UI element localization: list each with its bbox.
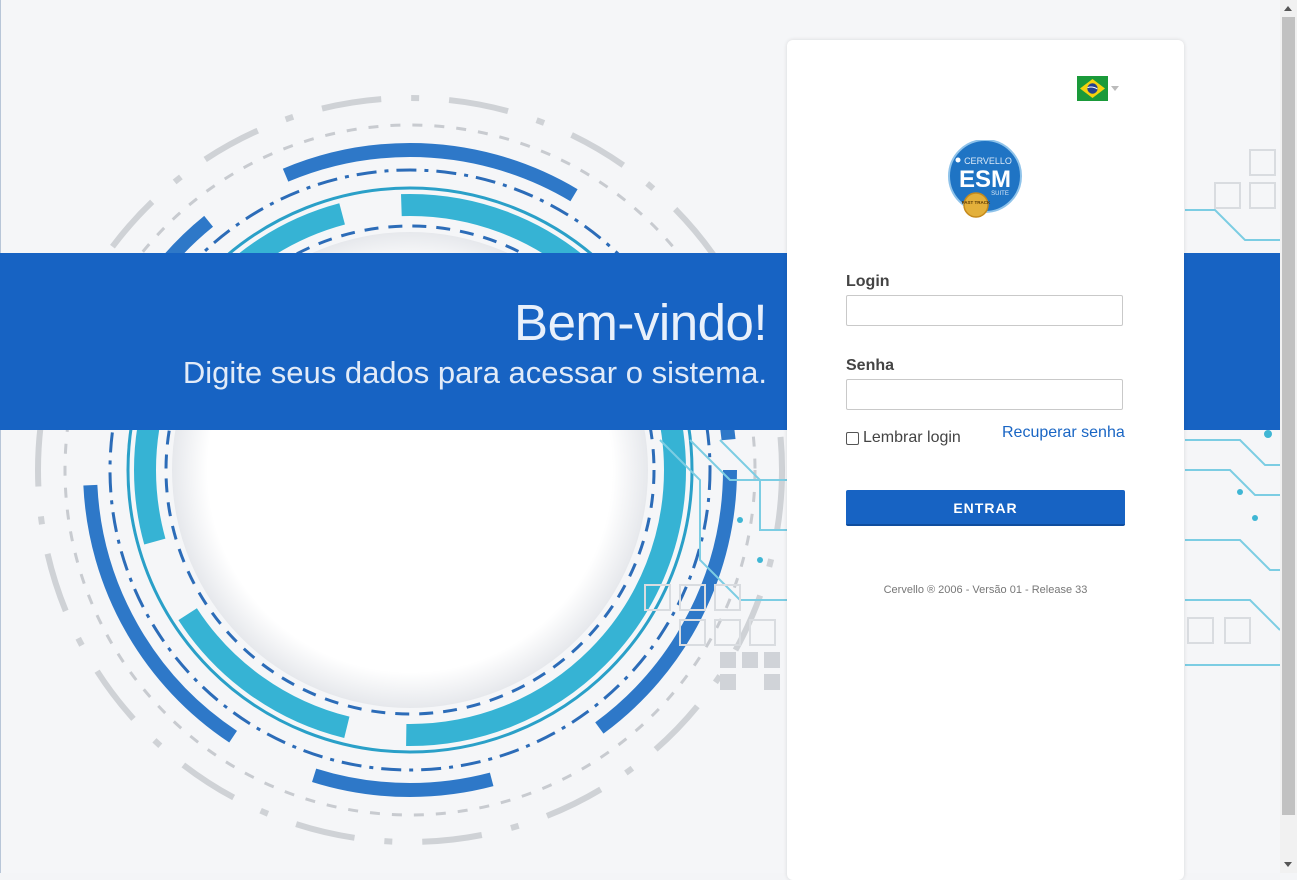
scroll-down-icon[interactable] — [1284, 862, 1292, 867]
logo-brand: CERVELLO — [964, 156, 1012, 166]
remember-label: Lembrar login — [863, 429, 961, 446]
logo-suffix: SUITE — [991, 191, 1009, 197]
password-label: Senha — [846, 357, 895, 374]
vertical-scrollbar[interactable] — [1280, 0, 1297, 873]
remember-checkbox[interactable] — [846, 431, 859, 445]
welcome-text: Bem-vindo! Digite seus dados para acessa… — [182, 293, 768, 393]
recover-password-link[interactable]: Recuperar senha — [1002, 424, 1125, 442]
scroll-thumb[interactable] — [1282, 17, 1295, 815]
remember-login[interactable]: Lembrar login — [846, 429, 961, 447]
esm-logo: CERVELLO ESM SUITE FAST TRACK — [948, 140, 1022, 218]
scroll-up-icon[interactable] — [1284, 6, 1292, 11]
login-input[interactable] — [846, 295, 1123, 326]
window-edge — [0, 0, 1, 873]
login-label: Login — [846, 273, 890, 290]
welcome-title: Bem-vindo! — [514, 294, 767, 351]
brazil-flag-icon — [1077, 76, 1108, 101]
chevron-down-icon — [1111, 86, 1119, 91]
logo-badge: FAST TRACK — [962, 200, 991, 205]
logo-name: ESM — [959, 166, 1011, 193]
welcome-subtitle: Digite seus dados para acessar o sistema… — [182, 355, 767, 390]
language-selector[interactable] — [1077, 76, 1119, 101]
footer-version: Cervello ® 2006 - Versão 01 - Release 33 — [883, 584, 1088, 596]
password-input[interactable] — [846, 379, 1123, 410]
login-panel: CERVELLO ESM SUITE FAST TRACK Login Senh… — [787, 40, 1184, 880]
login-submit-button[interactable]: ENTRAR — [846, 490, 1125, 526]
